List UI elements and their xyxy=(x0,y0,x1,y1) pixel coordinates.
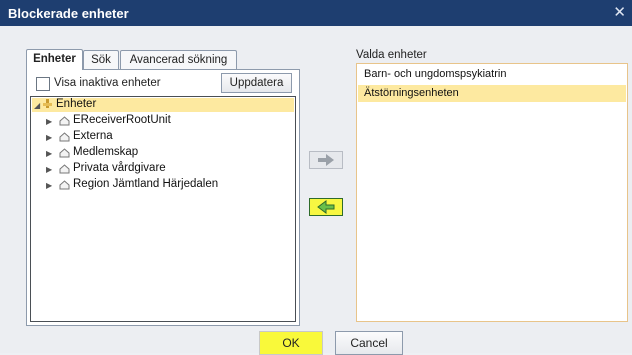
list-item[interactable]: Barn- och ungdomspsykiatrin xyxy=(358,66,626,83)
list-item[interactable]: Ätstörningsenheten xyxy=(358,85,626,102)
house-icon xyxy=(59,164,70,174)
add-unit-button[interactable] xyxy=(309,151,343,169)
tree-folder-icon xyxy=(43,99,52,108)
house-icon xyxy=(59,132,70,142)
unit-tree[interactable]: ◢ Enheter ▶ EReceiverRootUnit ▶ Externa … xyxy=(30,96,296,322)
show-inactive-checkbox[interactable] xyxy=(36,77,50,91)
ok-button[interactable]: OK xyxy=(259,331,323,355)
close-icon[interactable]: ✕ xyxy=(613,5,626,20)
tree-node-label: Region Jämtland Härjedalen xyxy=(73,178,219,190)
cancel-button[interactable]: Cancel xyxy=(335,331,403,355)
selected-units-list[interactable]: Barn- och ungdomspsykiatrin Ätstörningse… xyxy=(356,63,628,322)
show-inactive-label: Visa inaktiva enheter xyxy=(54,77,161,89)
tab-avancerad-sokning[interactable]: Avancerad sökning xyxy=(120,50,237,69)
tab-enheter[interactable]: Enheter xyxy=(26,49,83,70)
house-icon xyxy=(59,148,70,158)
tree-root-label: Enheter xyxy=(56,98,97,110)
remove-unit-button[interactable] xyxy=(309,198,343,216)
house-icon xyxy=(59,116,70,126)
tree-node-label: Medlemskap xyxy=(73,146,139,158)
expand-arrow-icon[interactable]: ▶ xyxy=(46,181,52,190)
expand-arrow-icon[interactable]: ▶ xyxy=(46,133,52,142)
collapse-arrow-icon[interactable]: ◢ xyxy=(34,101,40,110)
expand-arrow-icon[interactable]: ▶ xyxy=(46,117,52,126)
arrow-left-icon xyxy=(317,200,335,214)
update-button[interactable]: Uppdatera xyxy=(221,73,292,93)
selected-units-label: Valda enheter xyxy=(356,49,427,61)
expand-arrow-icon[interactable]: ▶ xyxy=(46,165,52,174)
expand-arrow-icon[interactable]: ▶ xyxy=(46,149,52,158)
tree-node-label: Externa xyxy=(73,130,113,142)
window-title: Blockerade enheter xyxy=(8,6,129,21)
arrow-right-icon xyxy=(318,154,334,166)
tree-node-label: Privata vårdgivare xyxy=(73,162,166,174)
tree-node-label: EReceiverRootUnit xyxy=(73,114,171,126)
tree-root-row[interactable]: ◢ Enheter xyxy=(32,98,294,112)
house-icon xyxy=(59,180,70,190)
tab-sok[interactable]: Sök xyxy=(83,50,119,69)
title-bar: Blockerade enheter ✕ xyxy=(0,0,632,26)
